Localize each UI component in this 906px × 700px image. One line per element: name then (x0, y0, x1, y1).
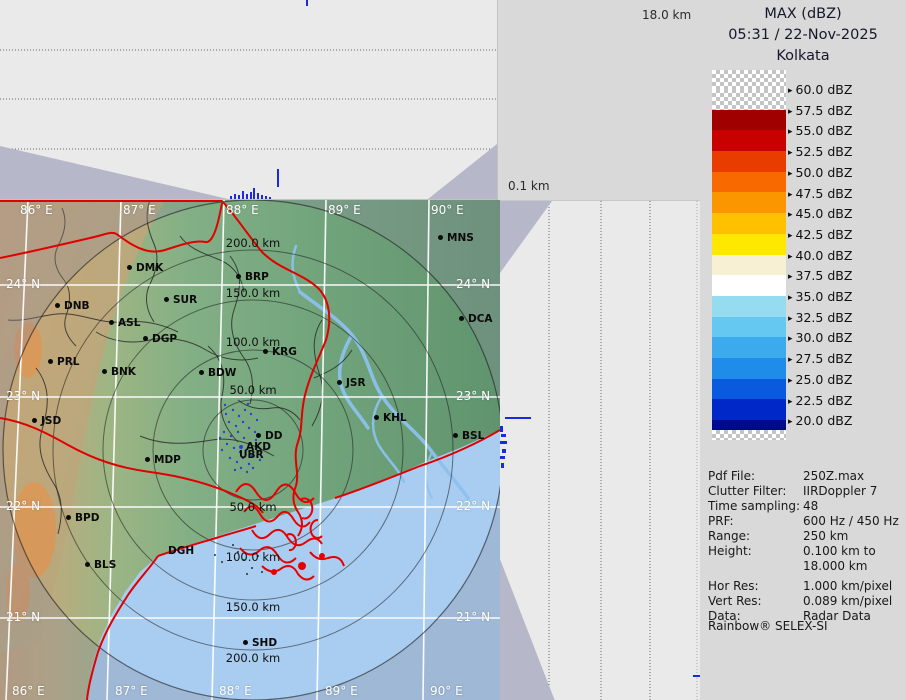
legend-tick-arrow-icon: ▸ (788, 169, 793, 179)
height-axis-max-label: 18.0 km (642, 8, 691, 22)
legend-value-label: ▸52.5 dBZ (788, 144, 852, 159)
legend-value-label: ▸40.0 dBZ (788, 248, 852, 263)
legend-tick-arrow-icon: ▸ (788, 293, 793, 303)
legend-tick-arrow-icon: ▸ (788, 190, 793, 200)
legend-band (712, 430, 786, 440)
metadata-label: Hor Res: (708, 579, 759, 593)
metadata-label: Clutter Filter: (708, 484, 786, 498)
metadata-value: IIRDoppler 7 (803, 484, 877, 498)
legend-band (712, 255, 786, 276)
legend-tick-arrow-icon: ▸ (788, 376, 793, 386)
legend-value-label: ▸42.5 dBZ (788, 227, 852, 242)
legend-band (712, 234, 786, 255)
legend-tick-arrow-icon: ▸ (788, 148, 793, 158)
echo-height-profile (230, 0, 308, 199)
map-graphics (0, 200, 500, 700)
legend-tick-arrow-icon: ▸ (788, 252, 793, 262)
top-profile-strip (0, 0, 498, 200)
metadata-value: 48 (803, 499, 818, 513)
legend-band (712, 151, 786, 172)
legend-band (712, 172, 786, 193)
legend-tick-arrow-icon: ▸ (788, 231, 793, 241)
height-gridlines (549, 201, 697, 700)
metadata-value: 250 km (803, 529, 848, 543)
legend-value-label: ▸45.0 dBZ (788, 206, 852, 221)
right-profile-strip (500, 200, 700, 700)
metadata-value: 1.000 km/pixel (803, 579, 892, 593)
product-title: MAX (dBZ) (700, 4, 906, 25)
legend-tick-arrow-icon: ▸ (788, 334, 793, 344)
legend-tick-arrow-icon: ▸ (788, 210, 793, 220)
product-datetime: 05:31 / 22-Nov-2025 (700, 25, 906, 46)
legend-band (712, 296, 786, 317)
legend-band (712, 130, 786, 151)
legend-band (712, 420, 786, 430)
legend-value-label: ▸25.0 dBZ (788, 372, 852, 387)
legend-value-label: ▸30.0 dBZ (788, 330, 852, 345)
out-of-range-wedges (0, 144, 497, 199)
legend-tick-arrow-icon: ▸ (788, 355, 793, 365)
legend-band (712, 70, 786, 89)
legend-title-block: MAX (dBZ) 05:31 / 22-Nov-2025 Kolkata (700, 4, 906, 67)
height-gridlines (0, 50, 497, 149)
legend-value-label: ▸22.5 dBZ (788, 393, 852, 408)
legend-value-label: ▸27.5 dBZ (788, 351, 852, 366)
legend-colorbar (712, 70, 786, 440)
metadata-label: Height: (708, 544, 752, 558)
legend-band (712, 379, 786, 400)
top-profile-graphics (0, 0, 497, 199)
legend-tick-arrow-icon: ▸ (788, 417, 793, 427)
height-axis-min-label: 0.1 km (508, 179, 550, 193)
legend-band (712, 275, 786, 296)
metadata-value: 0.100 km to (803, 544, 876, 558)
radar-display-window: 18.0 km 0.1 km (0, 0, 906, 700)
legend-band (712, 337, 786, 358)
metadata-value: 18.000 km (803, 559, 867, 573)
software-branding: Rainbow® SELEX-SI (708, 619, 828, 633)
metadata-value: 600 Hz / 450 Hz (803, 514, 899, 528)
legend-value-label: ▸55.0 dBZ (788, 123, 852, 138)
metadata-label: PRF: (708, 514, 734, 528)
legend-value-label: ▸60.0 dBZ (788, 82, 852, 97)
metadata-value: 0.089 km/pixel (803, 594, 892, 608)
legend-tick-arrow-icon: ▸ (788, 127, 793, 137)
metadata-label: Vert Res: (708, 594, 762, 608)
right-profile-graphics (500, 201, 700, 700)
legend-value-label: ▸47.5 dBZ (788, 186, 852, 201)
legend-tick-arrow-icon: ▸ (788, 397, 793, 407)
legend-band (712, 213, 786, 234)
legend-value-label: ▸50.0 dBZ (788, 165, 852, 180)
site-name: Kolkata (700, 46, 906, 67)
metadata-label: Range: (708, 529, 750, 543)
legend-band (712, 317, 786, 338)
legend-tick-arrow-icon: ▸ (788, 107, 793, 117)
legend-band (712, 192, 786, 213)
legend-band (712, 358, 786, 379)
radar-map: MNSDMKBRPSURDNBASLDCADGPKRGPRLBNKBDWJSRK… (0, 200, 500, 700)
legend-tick-arrow-icon: ▸ (788, 272, 793, 282)
legend-band (712, 110, 786, 131)
legend-band (712, 89, 786, 110)
legend-tick-arrow-icon: ▸ (788, 86, 793, 96)
legend-value-label: ▸57.5 dBZ (788, 103, 852, 118)
metadata-label: Pdf File: (708, 469, 755, 483)
legend-tick-arrow-icon: ▸ (788, 314, 793, 324)
legend-value-label: ▸32.5 dBZ (788, 310, 852, 325)
legend-band (712, 399, 786, 420)
out-of-range-wedges (500, 201, 555, 700)
legend-value-label: ▸37.5 dBZ (788, 268, 852, 283)
legend-value-label: ▸35.0 dBZ (788, 289, 852, 304)
metadata-label: Time sampling: (708, 499, 800, 513)
legend-value-label: ▸20.0 dBZ (788, 413, 852, 428)
metadata-value: 250Z.max (803, 469, 864, 483)
legend-panel: MAX (dBZ) 05:31 / 22-Nov-2025 Kolkata ▸6… (700, 0, 906, 700)
